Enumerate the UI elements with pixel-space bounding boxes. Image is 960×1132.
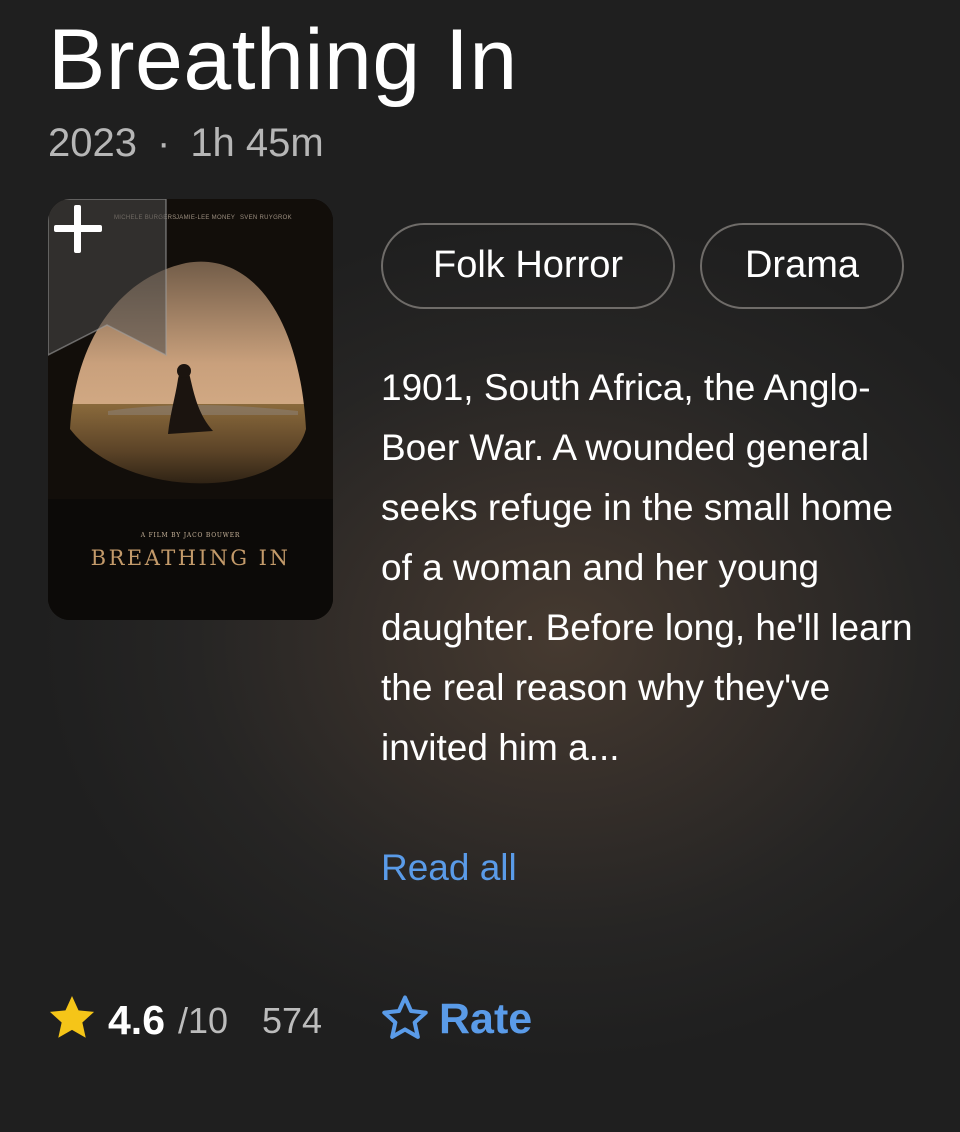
- poster-credit: SVEN RUYGROK: [240, 215, 292, 221]
- movie-poster[interactable]: MICHELE BURGERS JAMIE-LEE MONEY SVEN RUY…: [48, 199, 333, 620]
- rate-label: Rate: [439, 995, 533, 1043]
- meta-separator: ·: [156, 121, 171, 165]
- runtime: 1h 45m: [190, 121, 324, 165]
- poster-byline: A FILM BY JACO BOUWER: [140, 532, 241, 539]
- plot-summary: 1901, South Africa, the Anglo-Boer War. …: [381, 367, 913, 768]
- plus-icon: [54, 205, 102, 253]
- read-all-link[interactable]: Read all: [381, 838, 517, 898]
- rating-max: /10: [178, 1000, 229, 1041]
- add-to-watchlist-button[interactable]: [48, 199, 168, 357]
- release-year: 2023: [48, 121, 137, 165]
- rating-count: 574: [262, 1000, 323, 1041]
- genre-chip[interactable]: Drama: [700, 223, 904, 309]
- poster-credit: JAMIE-LEE MONEY: [176, 215, 236, 221]
- genre-chip[interactable]: Folk Horror: [381, 223, 675, 309]
- movie-meta: 2023 · 1h 45m: [48, 118, 324, 168]
- star-outline-icon: [382, 995, 428, 1039]
- poster-title: BREATHING IN: [90, 546, 291, 570]
- star-icon: [49, 995, 95, 1038]
- rating-value: 4.6: [108, 997, 165, 1043]
- movie-title: Breathing In: [48, 12, 518, 108]
